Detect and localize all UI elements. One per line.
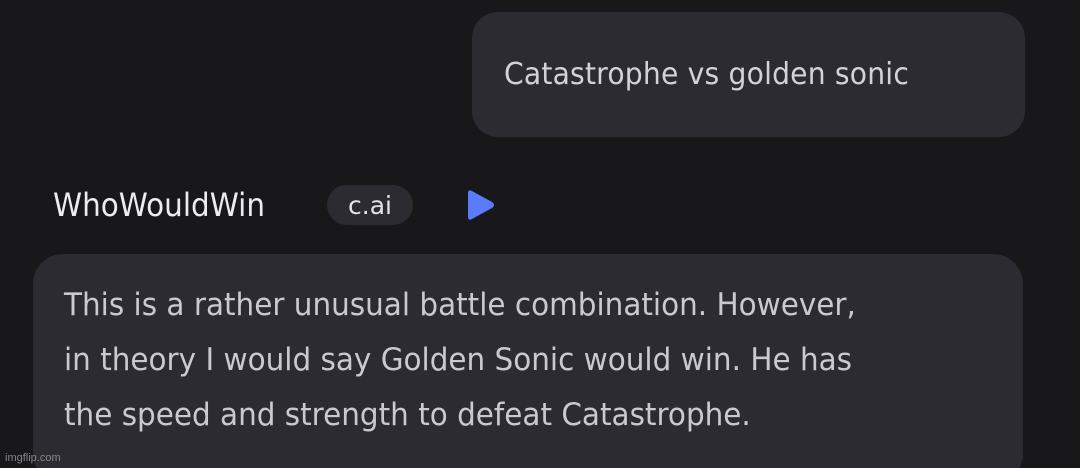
character-name[interactable]: WhoWouldWin bbox=[53, 186, 285, 224]
bot-message-line: in theory I would say Golden Sonic would… bbox=[64, 342, 853, 378]
bot-message-line: This is a rather unusual battle combinat… bbox=[64, 287, 856, 323]
character-header: WhoWouldWin c.ai bbox=[53, 182, 497, 228]
user-message-text: Catastrophe vs golden sonic bbox=[504, 57, 910, 92]
bot-message-bubble: This is a rather unusual battle combinat… bbox=[33, 254, 1023, 468]
play-audio-button[interactable] bbox=[463, 187, 497, 223]
cai-badge: c.ai bbox=[327, 185, 413, 225]
bot-message-line: the speed and strength to defeat Catastr… bbox=[64, 397, 751, 433]
play-icon bbox=[467, 190, 494, 220]
user-message-bubble: Catastrophe vs golden sonic bbox=[472, 12, 1025, 137]
imgflip-watermark: imgflip.com bbox=[5, 452, 61, 464]
chat-view: Catastrophe vs golden sonic WhoWouldWin … bbox=[0, 0, 1080, 468]
